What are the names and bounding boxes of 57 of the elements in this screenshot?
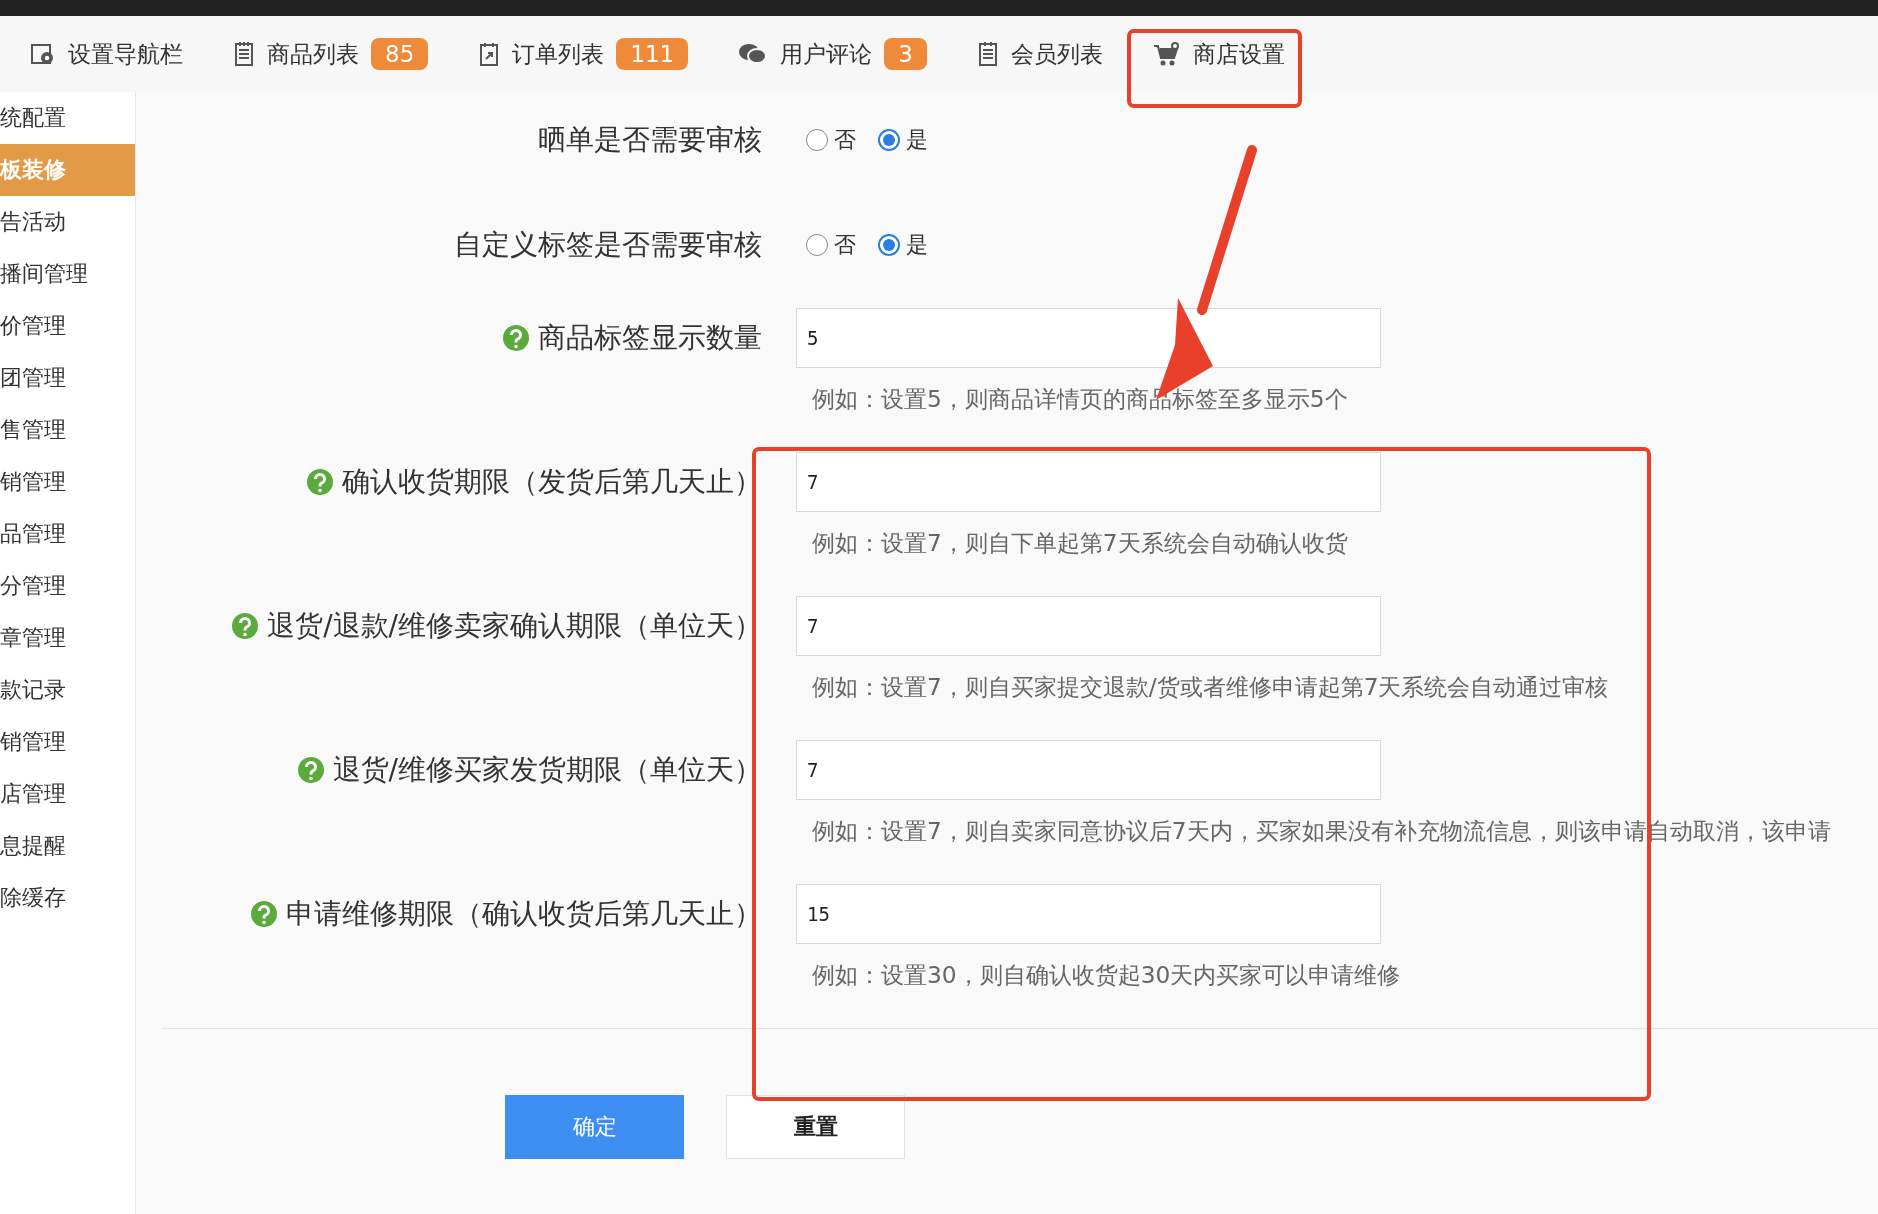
nav-tab[interactable]: 设置导航栏 bbox=[30, 38, 183, 70]
input-field[interactable]: 7 bbox=[796, 596, 1381, 656]
input-field[interactable]: 5 bbox=[796, 308, 1381, 368]
sidebar-item[interactable]: 告活动 bbox=[0, 196, 135, 248]
input-field[interactable]: 15 bbox=[796, 884, 1381, 944]
notepad-icon bbox=[233, 41, 255, 67]
radio-button[interactable] bbox=[878, 129, 900, 151]
reset-button[interactable]: 重置 bbox=[726, 1095, 905, 1159]
help-icon bbox=[231, 612, 260, 640]
field-label: 退货/维修买家发货期限（单位天） bbox=[332, 752, 762, 788]
count-badge: 111 bbox=[616, 38, 689, 70]
field-label: 自定义标签是否需要审核 bbox=[454, 227, 762, 263]
hint-text: 例如：设置7，则自买家提交退款/货或者维修申请起第7天系统会自动通过审核 bbox=[811, 672, 1610, 702]
nav-tab[interactable]: 商店设置 bbox=[1152, 38, 1285, 70]
radio-label: 否 bbox=[834, 231, 856, 259]
radio-button[interactable] bbox=[806, 234, 828, 256]
hint-text: 例如：设置7，则自下单起第7天系统会自动确认收货 bbox=[811, 528, 1349, 558]
field-label: 确认收货期限（发货后第几天止） bbox=[342, 464, 762, 500]
radio-button[interactable] bbox=[806, 129, 828, 151]
radio-label: 否 bbox=[834, 126, 856, 154]
nav-tab[interactable]: 用户评论 3 bbox=[738, 38, 927, 70]
count-badge: 85 bbox=[371, 38, 429, 70]
radio-label: 是 bbox=[906, 126, 928, 154]
sidebar-item[interactable]: 款记录 bbox=[0, 664, 135, 716]
help-icon bbox=[250, 900, 278, 928]
sidebar-item[interactable]: 价管理 bbox=[0, 300, 135, 352]
hint-text: 例如：设置30，则自确认收货起30天内买家可以申请维修 bbox=[811, 960, 1402, 990]
document-icon bbox=[478, 41, 501, 67]
nav-tab[interactable]: 商品列表 85 bbox=[233, 38, 429, 70]
sidebar-item[interactable]: 店管理 bbox=[0, 768, 135, 820]
sidebar-item[interactable]: 销管理 bbox=[0, 456, 135, 508]
count-badge: 3 bbox=[884, 38, 927, 70]
sidebar-item[interactable]: 分管理 bbox=[0, 560, 135, 612]
field-label: 申请维修期限（确认收货后第几天止） bbox=[286, 896, 762, 932]
sidebar-item[interactable]: 播间管理 bbox=[0, 248, 135, 300]
sidebar-item[interactable]: 售管理 bbox=[0, 404, 135, 456]
notepad-icon bbox=[976, 41, 999, 67]
sidebar-item[interactable]: 团管理 bbox=[0, 352, 135, 404]
cart-icon bbox=[1152, 41, 1181, 67]
help-icon bbox=[502, 324, 530, 352]
radio-label: 是 bbox=[906, 231, 928, 259]
nav-tab[interactable]: 订单列表 111 bbox=[478, 38, 689, 70]
input-field[interactable]: 7 bbox=[796, 452, 1381, 512]
help-icon bbox=[306, 468, 334, 496]
sidebar-item[interactable]: 品管理 bbox=[0, 508, 135, 560]
input-field[interactable]: 7 bbox=[796, 740, 1381, 800]
nav-tab[interactable]: 会员列表 bbox=[976, 38, 1103, 70]
sidebar-item[interactable]: 统配置 bbox=[0, 92, 135, 144]
field-label: 商品标签显示数量 bbox=[538, 320, 762, 356]
sidebar-item[interactable]: 销管理 bbox=[0, 716, 135, 768]
sidebar-item[interactable]: 息提醒 bbox=[0, 820, 135, 872]
help-icon bbox=[296, 756, 325, 784]
sidebar-item[interactable]: 除缓存 bbox=[0, 872, 135, 924]
field-label: 退货/退款/维修卖家确认期限（单位天） bbox=[267, 608, 762, 644]
radio-button[interactable] bbox=[878, 234, 900, 256]
sidebar-item[interactable]: 章管理 bbox=[0, 612, 135, 664]
field-label: 晒单是否需要审核 bbox=[538, 122, 762, 158]
